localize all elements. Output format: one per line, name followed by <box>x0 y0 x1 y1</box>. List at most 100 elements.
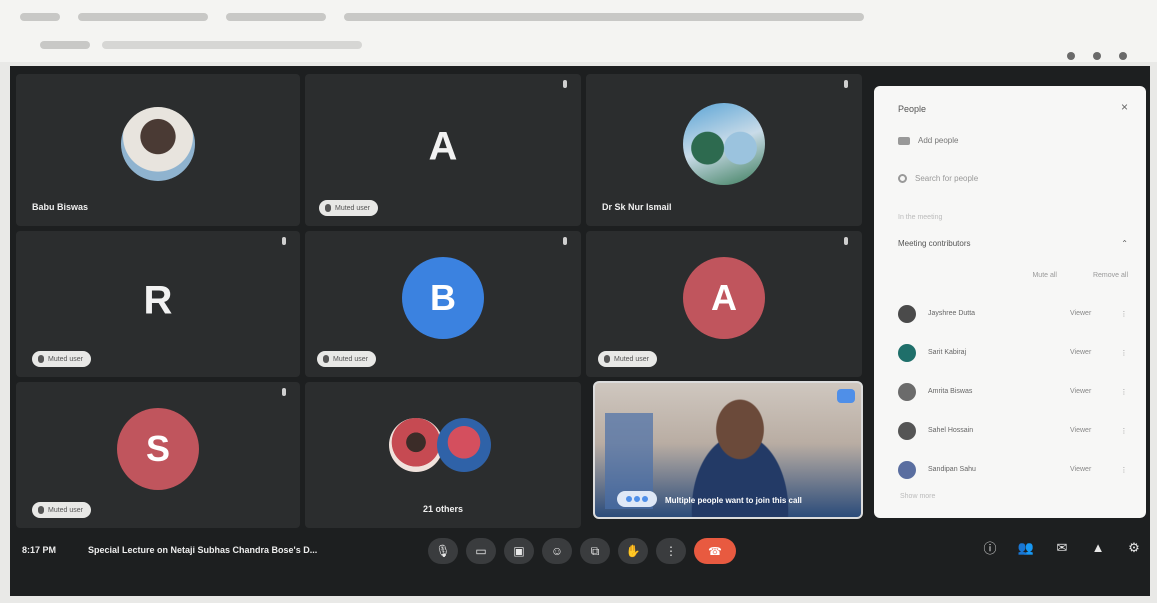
muted-chip: Muted user <box>32 502 92 518</box>
participant-name: Amrita Biswas <box>928 388 973 395</box>
list-item[interactable]: Sarit Kabiraj Viewer ⋮ <box>898 333 1128 372</box>
more-options-icon[interactable] <box>563 80 567 88</box>
address-row <box>40 38 1137 52</box>
avatar <box>898 343 916 362</box>
remove-all-button[interactable]: Remove all <box>1093 272 1128 279</box>
more-options-icon[interactable]: ⋮ <box>1120 466 1128 474</box>
participant-name: Muted user <box>48 506 84 514</box>
participant-name: Sarit Kabiraj <box>928 349 967 356</box>
present-icon[interactable]: ⧉ <box>580 538 610 564</box>
avatar <box>898 304 916 323</box>
audio-level-indicator <box>617 491 657 507</box>
people-search-input[interactable]: Search for people <box>898 174 978 183</box>
menu-icon[interactable] <box>1119 52 1127 60</box>
effects-icon[interactable] <box>837 389 855 403</box>
mic-icon[interactable]: 🎙 <box>428 538 458 564</box>
participant-photo <box>121 106 195 181</box>
more-options-icon[interactable]: ⋮ <box>1120 349 1128 357</box>
self-view-tile[interactable]: Multiple people want to join this call <box>593 381 863 519</box>
chat-icon[interactable]: ✉ <box>1052 540 1072 556</box>
browser-tab[interactable] <box>78 13 208 21</box>
activities-icon[interactable]: ▲ <box>1088 540 1108 555</box>
nav-buttons[interactable] <box>40 41 90 49</box>
participant-photo <box>437 418 491 473</box>
participant-role: Viewer <box>1070 388 1092 395</box>
join-request-message: Multiple people want to join this call <box>665 496 802 505</box>
chevron-up-icon[interactable]: ⌃ <box>1121 239 1128 248</box>
list-item[interactable]: Amrita Biswas Viewer ⋮ <box>898 372 1128 411</box>
end-call-icon[interactable]: ☎ <box>694 538 736 564</box>
meeting-window: Babu Biswas A Muted user Dr Sk Nur Ismai… <box>10 66 1150 596</box>
participant-role: Viewer <box>1070 310 1092 317</box>
participant-name: Muted user <box>48 355 84 363</box>
list-item[interactable]: Sahel Hossain Viewer ⋮ <box>898 411 1128 450</box>
avatar <box>898 382 916 401</box>
participant-name: Jayshree Dutta <box>928 310 976 317</box>
more-options-icon[interactable] <box>282 237 286 245</box>
participant-photo <box>683 102 765 185</box>
camera-icon[interactable]: ▭ <box>466 538 496 564</box>
raise-hand-icon[interactable]: ✋ <box>618 538 648 564</box>
participant-role: Viewer <box>1070 427 1092 434</box>
more-icon[interactable]: ⋮ <box>656 538 686 564</box>
more-options-icon[interactable] <box>563 237 567 245</box>
participant-name: Sandipan Sahu <box>928 466 976 473</box>
mic-off-icon <box>604 355 610 363</box>
participant-tile[interactable]: R Muted user <box>16 231 300 377</box>
participant-tile[interactable]: S Muted user <box>16 382 300 528</box>
more-options-icon[interactable]: ⋮ <box>1120 388 1128 396</box>
browser-toolbar <box>0 0 1157 62</box>
participant-tile[interactable]: A Muted user <box>305 74 581 226</box>
info-icon[interactable]: ⓘ <box>980 538 1000 557</box>
show-more-link[interactable]: Show more <box>900 493 935 500</box>
meeting-title: Special Lecture on Netaji Subhas Chandra… <box>88 545 318 555</box>
browser-tab[interactable] <box>20 13 60 21</box>
participant-avatar: S <box>117 408 199 491</box>
participant-list: Jayshree Dutta Viewer ⋮ Sarit Kabiraj Vi… <box>898 294 1128 489</box>
more-options-icon[interactable] <box>282 388 286 396</box>
add-people-label: Add people <box>918 136 959 145</box>
emoji-icon[interactable]: ☺ <box>542 538 572 564</box>
participant-name: Babu Biswas <box>32 202 89 212</box>
address-bar[interactable] <box>102 41 362 49</box>
participant-tile[interactable]: Dr Sk Nur Ismail <box>586 74 862 226</box>
meeting-contributors-label: Meeting contributors <box>898 239 971 248</box>
muted-chip: Muted user <box>32 351 92 367</box>
close-icon[interactable]: × <box>1121 100 1128 114</box>
browser-icons <box>1067 52 1127 60</box>
more-options-icon[interactable]: ⋮ <box>1120 310 1128 318</box>
profile-icon[interactable] <box>1093 52 1101 60</box>
panel-actions: Mute all Remove all <box>1032 272 1128 279</box>
list-item[interactable]: Jayshree Dutta Viewer ⋮ <box>898 294 1128 333</box>
search-placeholder: Search for people <box>915 174 979 183</box>
meeting-controls-bar: 8:17 PM Special Lecture on Netaji Subhas… <box>10 534 1150 584</box>
participant-tile[interactable]: Babu Biswas <box>16 74 300 226</box>
participant-name: Dr Sk Nur Ismail <box>602 202 672 212</box>
mic-off-icon <box>38 506 44 514</box>
extension-icon[interactable] <box>1067 52 1075 60</box>
captions-icon[interactable]: ▣ <box>504 538 534 564</box>
more-options-icon[interactable] <box>844 237 848 245</box>
browser-tab[interactable] <box>226 13 326 21</box>
more-options-icon[interactable]: ⋮ <box>1120 427 1128 435</box>
list-item[interactable]: Sandipan Sahu Viewer ⋮ <box>898 450 1128 489</box>
participant-role: Viewer <box>1070 466 1092 473</box>
more-options-icon[interactable] <box>844 80 848 88</box>
panel-title: People <box>898 104 927 114</box>
participant-photo <box>389 418 443 473</box>
participant-tile[interactable]: A Muted user <box>586 231 862 377</box>
search-icon <box>898 174 907 183</box>
meeting-contributors-row[interactable]: Meeting contributors ⌃ <box>898 239 1128 248</box>
mute-all-button[interactable]: Mute all <box>1032 272 1057 279</box>
participant-tile[interactable]: B Muted user <box>305 231 581 377</box>
add-people-button[interactable]: Add people <box>898 136 958 145</box>
participant-initial: A <box>428 124 458 169</box>
mic-off-icon <box>325 204 331 212</box>
participant-initial: R <box>143 278 173 323</box>
participant-role: Viewer <box>1070 349 1092 356</box>
participant-tile[interactable]: 21 others <box>305 382 581 528</box>
host-controls-icon[interactable]: ⚙ <box>1124 540 1144 556</box>
browser-tab[interactable] <box>344 13 864 21</box>
participant-name: Sahel Hossain <box>928 427 974 434</box>
people-icon[interactable]: 👥 <box>1016 540 1036 556</box>
